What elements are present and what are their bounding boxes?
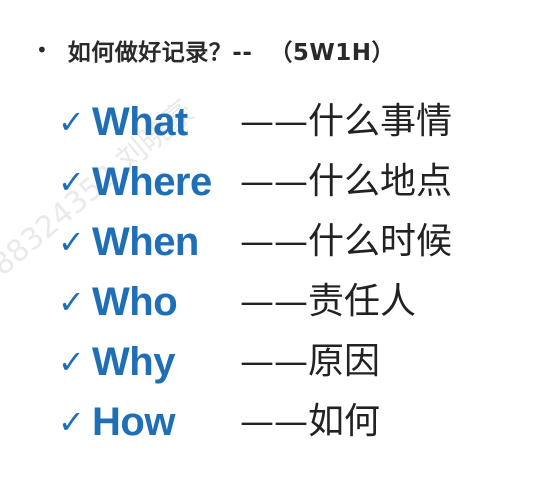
- list-item: ✓ Why —— 原因: [58, 332, 538, 392]
- item-meaning: 如何: [308, 401, 381, 442]
- item-dash: ——: [240, 282, 308, 322]
- heading: • 如何做好记录？-- （5W1H）: [36, 30, 395, 70]
- item-dash: ——: [240, 402, 308, 442]
- item-meaning: 责任人: [308, 281, 417, 322]
- list-item: ✓ How —— 如何: [58, 392, 538, 452]
- item-keyword: When: [92, 220, 199, 264]
- item-dash: ——: [240, 102, 308, 142]
- checkmark-icon: ✓: [58, 223, 85, 261]
- item-keyword: How: [92, 400, 175, 444]
- heading-text: 如何做好记录？-- （5W1H）: [67, 40, 396, 66]
- item-dash: ——: [240, 342, 308, 382]
- item-meaning: 什么地点: [308, 161, 453, 202]
- item-meaning: 原因: [308, 341, 381, 382]
- item-meaning: 什么时候: [308, 221, 453, 262]
- checkmark-icon: ✓: [58, 403, 85, 441]
- checkmark-icon: ✓: [58, 343, 85, 381]
- item-keyword: Where: [92, 160, 212, 204]
- item-keyword: Who: [92, 280, 178, 324]
- item-keyword: What: [92, 100, 188, 144]
- bullet-icon: •: [36, 38, 48, 62]
- list-item: ✓ Where —— 什么地点: [58, 152, 538, 212]
- checkmark-icon: ✓: [58, 283, 85, 321]
- item-meaning: 什么事情: [308, 101, 453, 142]
- list-item: ✓ When —— 什么时候: [58, 212, 538, 272]
- item-dash: ——: [240, 222, 308, 262]
- list-item: ✓ Who —— 责任人: [58, 272, 538, 332]
- checkmark-icon: ✓: [58, 103, 85, 141]
- item-dash: ——: [240, 162, 308, 202]
- item-keyword: Why: [92, 340, 175, 384]
- checkmark-icon: ✓: [58, 163, 85, 201]
- five-w-one-h-list: ✓ What —— 什么事情 ✓ Where —— 什么地点 ✓ When ——…: [58, 92, 538, 452]
- list-item: ✓ What —— 什么事情: [58, 92, 538, 152]
